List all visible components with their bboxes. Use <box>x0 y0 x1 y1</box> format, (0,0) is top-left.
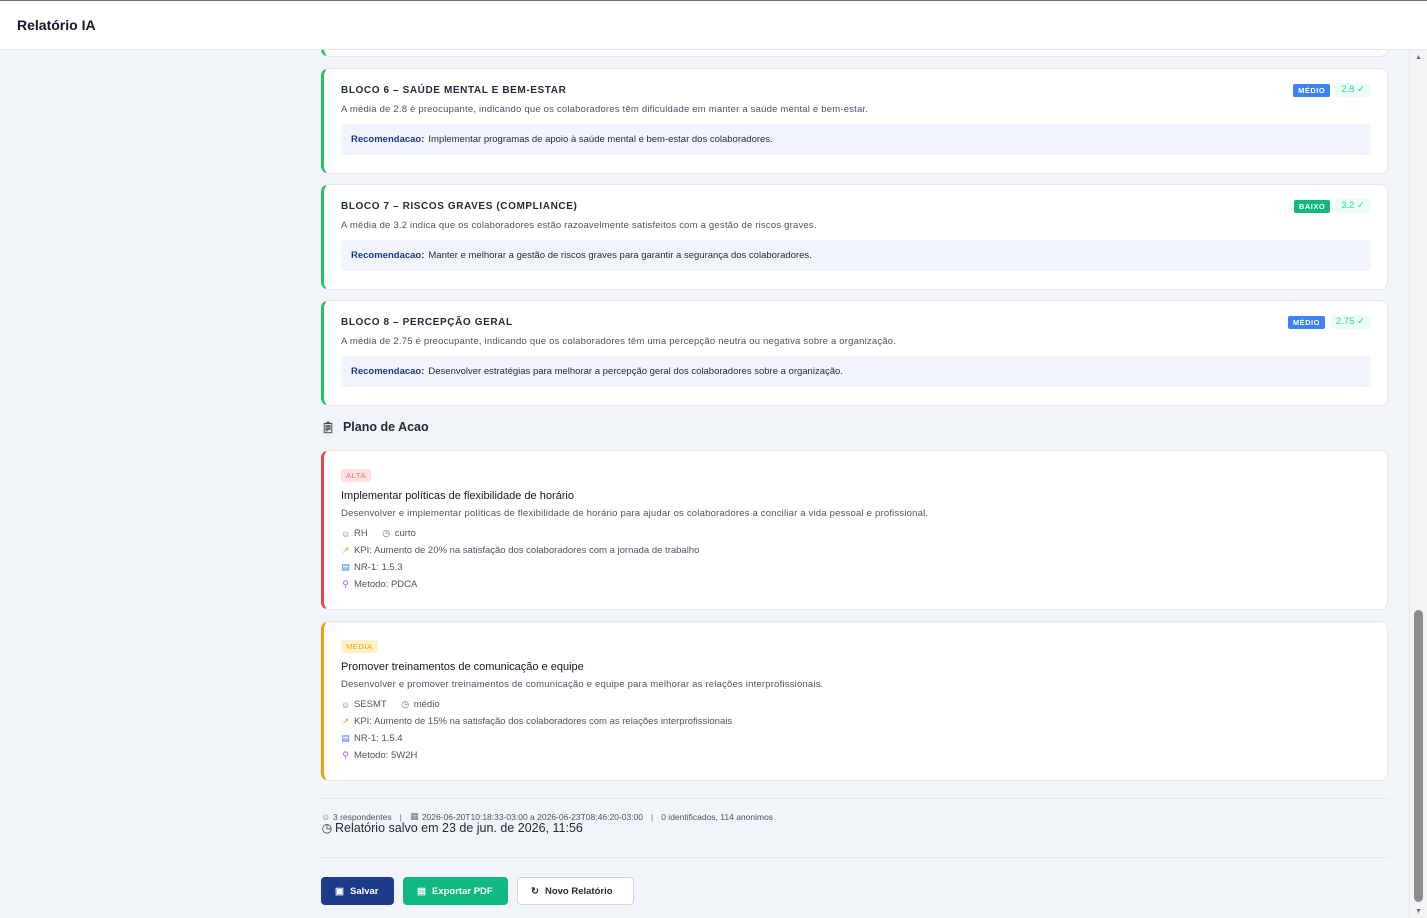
action-description: Desenvolver e promover treinamentos de c… <box>341 679 824 690</box>
recommendation-label: Recomendacao: <box>351 134 425 145</box>
report-scroll-area[interactable]: BLOCO 6 – SAÚDE MENTAL E BEM-ESTAR MÉDIO… <box>0 50 1409 918</box>
magnifier-icon: ⚲ <box>342 579 349 589</box>
block-title: BLOCO 7 – RISCOS GRAVES (COMPLIANCE) <box>341 200 578 212</box>
action-nr: ▤ NR-1: 1.5.4 <box>341 733 403 744</box>
recommendation-box: Recomendacao: Manter e melhorar a gestão… <box>341 240 1371 271</box>
divider <box>321 798 1388 799</box>
divider <box>321 857 1388 858</box>
action-title: Implementar políticas de flexibilidade d… <box>341 490 574 502</box>
action-buttons: ▣ Salvar ▤ Exportar PDF ↻ Novo Relatório <box>321 877 634 905</box>
document-icon: ▤ <box>341 733 350 743</box>
action-term: ◷ curto <box>382 528 416 539</box>
block-description: A média de 2.8 é preocupante, indicando … <box>341 104 869 115</box>
action-item-card: MEDIA Promover treinamentos de comunicaç… <box>321 621 1388 781</box>
recommendation-text: Desenvolver estratégias para melhorar a … <box>428 366 843 377</box>
user-icon: ☺︎ <box>341 528 351 539</box>
export-pdf-button[interactable]: ▤ Exportar PDF <box>403 877 508 905</box>
priority-badge: MEDIA <box>341 640 378 653</box>
priority-badge: ALTA <box>341 469 372 482</box>
block-description: A média de 2.75 é preocupante, indicando… <box>341 336 897 347</box>
saved-status: ◷ Relatório salvo em 23 de jun. de 2026,… <box>321 821 583 835</box>
new-report-button[interactable]: ↻ Novo Relatório <box>517 877 634 905</box>
block-title: BLOCO 6 – SAÚDE MENTAL E BEM-ESTAR <box>341 84 567 96</box>
clock-icon: ◷ <box>382 528 391 538</box>
action-title: Promover treinamentos de comunicação e e… <box>341 661 584 673</box>
refresh-icon: ↻ <box>531 885 539 897</box>
action-nr: ▤ NR-1: 1.5.3 <box>341 562 403 573</box>
scroll-up-arrow-icon[interactable]: ▲ <box>1415 54 1422 61</box>
separator: | <box>651 811 654 822</box>
block-card-partial <box>321 50 1388 57</box>
recommendation-box: Recomendacao: Desenvolver estratégias pa… <box>341 356 1371 387</box>
risk-level-badge: MÉDIO <box>1287 315 1325 329</box>
saved-text: Relatório salvo em 23 de jun. de 2026, 1… <box>335 821 583 835</box>
clock-icon: ◷ <box>401 699 410 709</box>
users-icon: ☺︎ <box>321 811 331 822</box>
recommendation-label: Recomendacao: <box>351 250 425 261</box>
user-icon: ☺︎ <box>341 699 351 710</box>
identification-summary: 0 identificados, 114 anonimos <box>661 811 774 822</box>
chart-icon: ↗ <box>341 545 350 555</box>
recommendation-text: Implementar programas de apoio à saúde m… <box>428 134 773 145</box>
block-description: A média de 3.2 indica que os colaborador… <box>341 220 817 231</box>
block-card: BLOCO 6 – SAÚDE MENTAL E BEM-ESTAR MÉDIO… <box>321 68 1388 174</box>
report-period: 2026-06-20T10:18:33-03:00 a 2026-06-23T0… <box>421 811 643 822</box>
app-title: Relatório IA <box>17 17 96 33</box>
action-method: ⚲ Metodo: PDCA <box>342 579 418 590</box>
clipboard-icon: 📋︎ <box>321 421 335 434</box>
save-icon: ▣ <box>335 885 344 897</box>
top-bar: Relatório IA <box>0 1 1427 50</box>
block-title: BLOCO 8 – PERCEPÇÃO GERAL <box>341 316 513 328</box>
action-method: ⚲ Metodo: 5W2H <box>342 750 418 761</box>
action-owner: ☺︎ RH <box>341 528 368 539</box>
recommendation-box: Recomendacao: Implementar programas de a… <box>341 124 1371 155</box>
action-plan-title: Plano de Acao <box>342 420 429 434</box>
action-kpi: ↗ KPI: Aumento de 20% na satisfação dos … <box>341 545 700 556</box>
risk-level-badge: BAIXO <box>1293 199 1331 213</box>
action-description: Desenvolver e implementar políticas de f… <box>341 508 929 519</box>
vertical-scrollbar[interactable]: ▲ ▼ <box>1409 50 1427 918</box>
score-badge: 2.8 ✓ <box>1335 83 1371 97</box>
respondents-count: 3 respondentes <box>333 811 392 822</box>
separator: | <box>399 811 402 822</box>
document-icon: ▤ <box>341 562 350 572</box>
action-owner: ☺︎ SESMT <box>341 699 387 710</box>
action-term: ◷ médio <box>401 699 440 710</box>
block-card: BLOCO 8 – PERCEPÇÃO GERAL MÉDIO 2.75 ✓ A… <box>321 300 1388 406</box>
score-badge: 2.75 ✓ <box>1329 315 1371 329</box>
save-button[interactable]: ▣ Salvar <box>321 877 394 905</box>
action-kpi: ↗ KPI: Aumento de 15% na satisfação dos … <box>341 716 733 727</box>
score-badge: 3.2 ✓ <box>1335 199 1371 213</box>
action-item-card: ALTA Implementar políticas de flexibilid… <box>321 450 1388 610</box>
chart-icon: ↗ <box>341 716 350 726</box>
recommendation-label: Recomendacao: <box>351 366 425 377</box>
risk-level-badge: MÉDIO <box>1293 83 1331 97</box>
action-plan-heading: 📋︎ Plano de Acao <box>321 420 429 434</box>
clock-icon: ◷ <box>321 821 333 835</box>
scrollbar-thumb[interactable] <box>1414 610 1423 902</box>
pdf-icon: ▤ <box>417 885 426 897</box>
scroll-down-arrow-icon[interactable]: ▼ <box>1415 908 1422 915</box>
block-card: BLOCO 7 – RISCOS GRAVES (COMPLIANCE) BAI… <box>321 184 1388 290</box>
recommendation-text: Manter e melhorar a gestão de riscos gra… <box>428 250 812 261</box>
magnifier-icon: ⚲ <box>342 750 349 760</box>
